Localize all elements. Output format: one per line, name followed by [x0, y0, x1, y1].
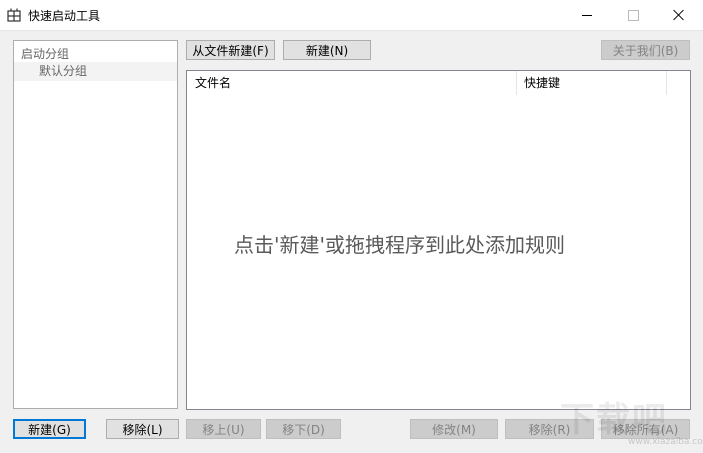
move-down-button[interactable]: 移下(D) [266, 419, 341, 439]
grid-app-icon [7, 8, 21, 22]
new-button[interactable]: 新建(N) [283, 40, 371, 60]
close-icon [673, 9, 685, 21]
tree-group-root[interactable]: 启动分组 [21, 45, 69, 62]
minimize-icon [582, 14, 592, 16]
new-group-button[interactable]: 新建(G) [13, 419, 86, 439]
remove-group-button[interactable]: 移除(L) [106, 419, 179, 439]
group-tree[interactable]: 启动分组 默认分组 [13, 40, 178, 409]
maximize-button[interactable] [610, 0, 656, 30]
rule-list[interactable]: 文件名 快捷键 点击'新建'或拖拽程序到此处添加规则 [186, 70, 691, 410]
minimize-button[interactable] [564, 0, 610, 30]
column-header-hotkey[interactable]: 快捷键 [517, 71, 667, 95]
tree-group-default[interactable]: 默认分组 [14, 62, 177, 81]
title-bar: 快速启动工具 [0, 0, 703, 31]
new-from-file-button[interactable]: 从文件新建(F) [186, 40, 275, 60]
window-title: 快速启动工具 [28, 9, 101, 23]
watermark-url: www.xiazaiba.com [628, 437, 703, 447]
empty-list-hint: 点击'新建'或拖拽程序到此处添加规则 [234, 233, 565, 257]
watermark-logo: 下载吧 [560, 400, 668, 440]
close-button[interactable] [656, 0, 702, 30]
about-button[interactable]: 关于我们(B) [601, 40, 690, 60]
edit-rule-button[interactable]: 修改(M) [410, 419, 498, 439]
column-header-filename[interactable]: 文件名 [187, 71, 517, 95]
maximize-icon [627, 9, 639, 21]
move-up-button[interactable]: 移上(U) [186, 419, 261, 439]
